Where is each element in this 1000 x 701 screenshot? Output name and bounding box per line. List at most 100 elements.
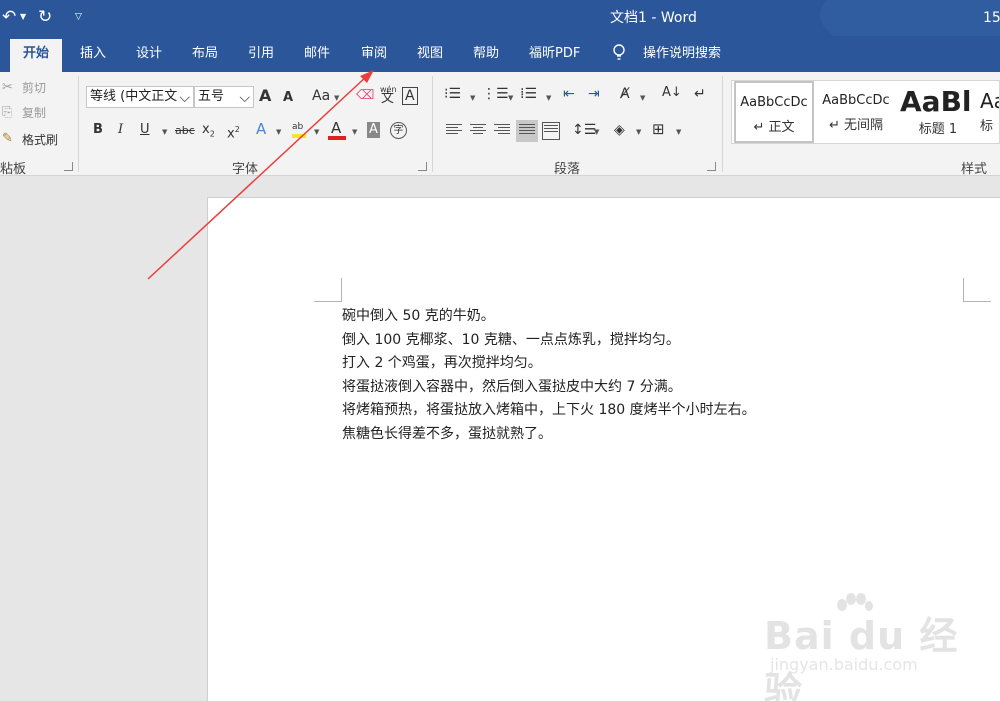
style-name: 标题 1: [918, 122, 958, 137]
justify-icon[interactable]: [516, 120, 538, 142]
align-right-icon[interactable]: [493, 122, 511, 140]
style-sample: AaBbCcDc: [822, 93, 890, 108]
clear-formatting-icon[interactable]: ⌫: [356, 88, 374, 104]
line-spacing-icon[interactable]: ↕☰: [572, 122, 596, 138]
document-line[interactable]: 将烤箱预热，将蛋挞放入烤箱中，上下火 180 度烤半个小时左右。: [342, 401, 756, 419]
styles-group-label: 样式: [961, 162, 988, 177]
word-window: { "titlebar": { "title": "文档1 - Word", "…: [0, 0, 1000, 701]
style-sample: Aa: [980, 89, 999, 113]
style-sample: AaBl: [900, 85, 972, 118]
tab-design[interactable]: 设计: [123, 36, 175, 72]
highlight-button[interactable]: ab: [292, 119, 303, 135]
chevron-down-icon[interactable]: ▼: [276, 128, 281, 136]
align-left-icon[interactable]: [445, 122, 463, 140]
tab-view[interactable]: 视图: [404, 36, 456, 72]
underline-button[interactable]: U: [140, 122, 150, 138]
customize-qat-icon[interactable]: ▽: [75, 12, 82, 22]
tab-mailings[interactable]: 邮件: [291, 36, 343, 72]
bullets-icon[interactable]: ⁝☰: [444, 86, 461, 102]
title-bar: ↶ ▼ ↻ ▽ 文档1 - Word 15: [0, 0, 1000, 60]
tell-me-search[interactable]: 操作说明搜索: [630, 36, 734, 72]
distributed-icon[interactable]: [542, 122, 560, 140]
grow-font-button[interactable]: A: [259, 88, 271, 104]
chevron-down-icon[interactable]: ▼: [636, 128, 641, 136]
chevron-down-icon[interactable]: ▼: [162, 128, 167, 136]
phonetic-guide-button[interactable]: 文: [381, 91, 394, 107]
title-right-text: 15: [983, 10, 1000, 26]
chevron-down-icon[interactable]: ▼: [508, 94, 513, 102]
chevron-down-icon[interactable]: ▼: [594, 128, 599, 136]
tab-layout[interactable]: 布局: [179, 36, 231, 72]
chevron-down-icon[interactable]: ▼: [314, 128, 319, 136]
superscript-index: 2: [234, 125, 240, 134]
document-line[interactable]: 打入 2 个鸡蛋，再次搅拌均匀。: [342, 354, 542, 372]
style-name: ↵ 无间隔: [828, 118, 884, 133]
text-effects-button[interactable]: A: [256, 121, 266, 137]
paragraph-launcher-icon[interactable]: [707, 162, 716, 171]
subscript-button[interactable]: x2: [202, 122, 215, 143]
chevron-down-icon[interactable]: ▼: [676, 128, 681, 136]
document-line[interactable]: 碗中倒入 50 克的牛奶。: [342, 307, 495, 325]
multilevel-list-icon[interactable]: ⁞☰: [520, 86, 537, 102]
format-painter-button[interactable]: 格式刷: [22, 132, 58, 148]
watermark: Bai du 经验 jingyan.baidu.com: [760, 593, 990, 701]
tab-foxit-pdf[interactable]: 福昕PDF: [516, 36, 593, 72]
show-marks-icon[interactable]: ↵: [694, 86, 706, 102]
watermark-brand: Bai du 经验: [764, 614, 959, 701]
group-divider: [432, 76, 433, 172]
tab-references[interactable]: 引用: [235, 36, 287, 72]
group-divider: [722, 76, 723, 172]
align-center-icon[interactable]: [469, 122, 487, 140]
font-color-button[interactable]: A: [331, 120, 341, 136]
enclose-characters-button[interactable]: 字: [390, 122, 407, 139]
italic-button[interactable]: I: [118, 122, 123, 138]
asian-layout-icon[interactable]: Ⱥ: [620, 86, 630, 102]
tab-home[interactable]: 开始: [10, 39, 63, 72]
decrease-indent-icon[interactable]: ⇤: [563, 86, 575, 102]
document-line[interactable]: 倒入 100 克椰浆、10 克糖、一点点炼乳，搅拌均匀。: [342, 331, 680, 349]
chevron-down-icon[interactable]: ▼: [352, 128, 357, 136]
redo-icon[interactable]: ↻: [38, 7, 52, 27]
watermark-url: jingyan.baidu.com: [770, 655, 918, 674]
group-divider: [78, 76, 79, 172]
style-no-spacing[interactable]: AaBbCcDc ↵ 无间隔: [816, 81, 896, 143]
sort-icon[interactable]: A↓: [662, 85, 682, 101]
style-heading-2[interactable]: Aa 标: [980, 81, 999, 143]
ribbon: ✂ 剪切 ⎘ 复制 ✎ 格式刷 粘板 等线 (中文正文 ⌵ 五号 ⌵ A A A…: [0, 72, 1000, 177]
strikethrough-button[interactable]: abc: [175, 123, 195, 139]
scissors-icon: ✂: [2, 80, 13, 95]
font-size-value: 五号: [198, 89, 225, 104]
ribbon-tabs: 开始 插入 设计 布局 引用 邮件 审阅 视图 帮助 福昕PDF 操作说明搜索: [0, 36, 1000, 72]
style-normal[interactable]: AaBbCcDc ↵ 正文: [734, 81, 814, 143]
font-size-combo[interactable]: 五号 ⌵: [194, 86, 254, 108]
shrink-font-button[interactable]: A: [283, 90, 293, 106]
chevron-down-icon[interactable]: ▼: [640, 94, 645, 102]
font-launcher-icon[interactable]: [418, 162, 427, 171]
document-line[interactable]: 焦糖色长得差不多，蛋挞就熟了。: [342, 425, 552, 443]
font-name-value: 等线 (中文正文: [90, 89, 178, 104]
borders-icon[interactable]: ⊞: [652, 121, 665, 137]
chevron-down-icon[interactable]: ▼: [470, 94, 475, 102]
cut-button[interactable]: 剪切: [22, 80, 46, 96]
superscript-button[interactable]: x2: [227, 122, 240, 142]
tab-help[interactable]: 帮助: [460, 36, 512, 72]
increase-indent-icon[interactable]: ⇥: [588, 86, 600, 102]
tab-insert[interactable]: 插入: [67, 36, 119, 72]
undo-dropdown-icon[interactable]: ▼: [20, 12, 26, 21]
character-border-button[interactable]: A: [402, 87, 418, 105]
clipboard-launcher-icon[interactable]: [64, 162, 73, 171]
document-line[interactable]: 将蛋挞液倒入容器中，然后倒入蛋挞皮中大约 7 分满。: [342, 378, 682, 396]
chevron-down-icon[interactable]: ▼: [334, 94, 339, 102]
character-shading-button[interactable]: A: [367, 122, 380, 138]
shading-icon[interactable]: ◈: [614, 122, 625, 138]
undo-icon[interactable]: ↶: [2, 7, 16, 27]
style-heading-1[interactable]: AaBl 标题 1: [898, 81, 978, 143]
chevron-down-icon: ⌵: [179, 90, 190, 106]
change-case-button[interactable]: Aa: [312, 88, 330, 104]
bold-button[interactable]: B: [93, 122, 103, 138]
tab-review[interactable]: 审阅: [348, 36, 400, 72]
copy-button[interactable]: 复制: [22, 105, 46, 121]
numbering-icon[interactable]: ⋮☰: [482, 86, 509, 102]
font-name-combo[interactable]: 等线 (中文正文 ⌵: [86, 86, 194, 108]
chevron-down-icon[interactable]: ▼: [546, 94, 551, 102]
